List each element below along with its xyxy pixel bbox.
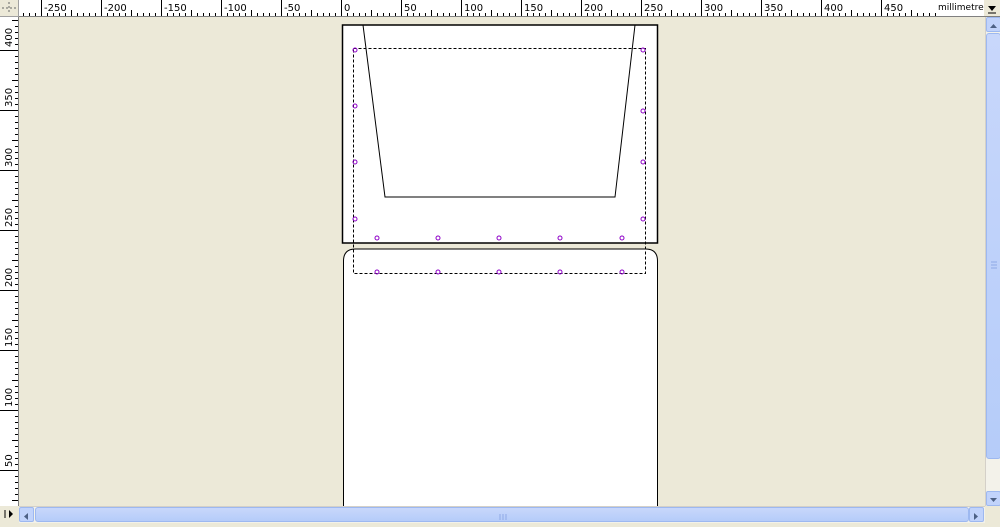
horizontal-scrollbar[interactable] (19, 506, 985, 523)
scroll-left-button[interactable] (19, 507, 34, 522)
navigator-button[interactable] (0, 506, 19, 523)
ruler-tick-label: 100 (464, 3, 483, 14)
guides-corner-icon (2, 2, 16, 14)
ruler-tick-label: -250 (44, 3, 67, 14)
ruler-tick-label: -150 (164, 3, 187, 14)
chevron-down-icon (988, 6, 996, 14)
ruler-corner[interactable] (0, 0, 19, 17)
ruler-tick-label: -200 (104, 3, 127, 14)
scroll-right-button[interactable] (969, 507, 984, 522)
navigator-icon (4, 510, 13, 518)
ruler-tick-label: 400 (824, 3, 843, 14)
scroll-up-button[interactable] (986, 17, 1000, 32)
vertical-scrollbar[interactable] (985, 17, 1000, 506)
ruler-tick-label: 250 (644, 3, 663, 14)
ruler-tick-label: 50 (404, 3, 417, 14)
drawing-area[interactable] (19, 17, 985, 506)
ruler-tick-label: 200 (4, 268, 15, 287)
ruler-tick-label: 200 (584, 3, 603, 14)
ruler-tick-label: 100 (4, 388, 15, 407)
arrow-left-icon (24, 513, 28, 520)
vertical-ruler[interactable]: 400 350 300 250 200 150 100 50 (0, 17, 19, 506)
ruler-tick-label: 400 (4, 28, 15, 47)
ruler-tick-label: 150 (4, 328, 15, 347)
ruler-tick-label: 350 (4, 88, 15, 107)
arrow-up-icon (990, 24, 997, 28)
grip-icon (499, 514, 507, 520)
ruler-tick-label: 0 (344, 3, 350, 14)
horizontal-scroll-thumb[interactable] (35, 507, 969, 522)
unit-label: millimetres (938, 0, 988, 17)
ruler-tick-label: -100 (224, 3, 247, 14)
ruler-tick-label: -50 (284, 3, 300, 14)
bottom-panel[interactable] (343, 248, 658, 506)
ruler-tick-label: 300 (704, 3, 723, 14)
scroll-down-button[interactable] (986, 491, 1000, 506)
top-panel[interactable] (341, 24, 659, 244)
scrollbar-corner (985, 506, 1000, 523)
ruler-tick-label: 50 (4, 454, 15, 467)
ruler-tick-label: 250 (4, 208, 15, 227)
ruler-tick-label: 450 (884, 3, 903, 14)
grip-icon (991, 261, 997, 269)
vertical-scroll-thumb[interactable] (986, 33, 1000, 459)
ruler-tick-label: 350 (764, 3, 783, 14)
horizontal-ruler[interactable]: -250 -200 -150 -100 -50 0 50 100 150 200 250 300 350… (19, 0, 938, 17)
ruler-tick-label: 300 (4, 148, 15, 167)
arrow-right-icon (974, 513, 978, 520)
unit-dropdown[interactable] (984, 0, 1000, 17)
ruler-tick-label: 150 (524, 3, 543, 14)
drawing-canvas[interactable] (19, 17, 985, 506)
